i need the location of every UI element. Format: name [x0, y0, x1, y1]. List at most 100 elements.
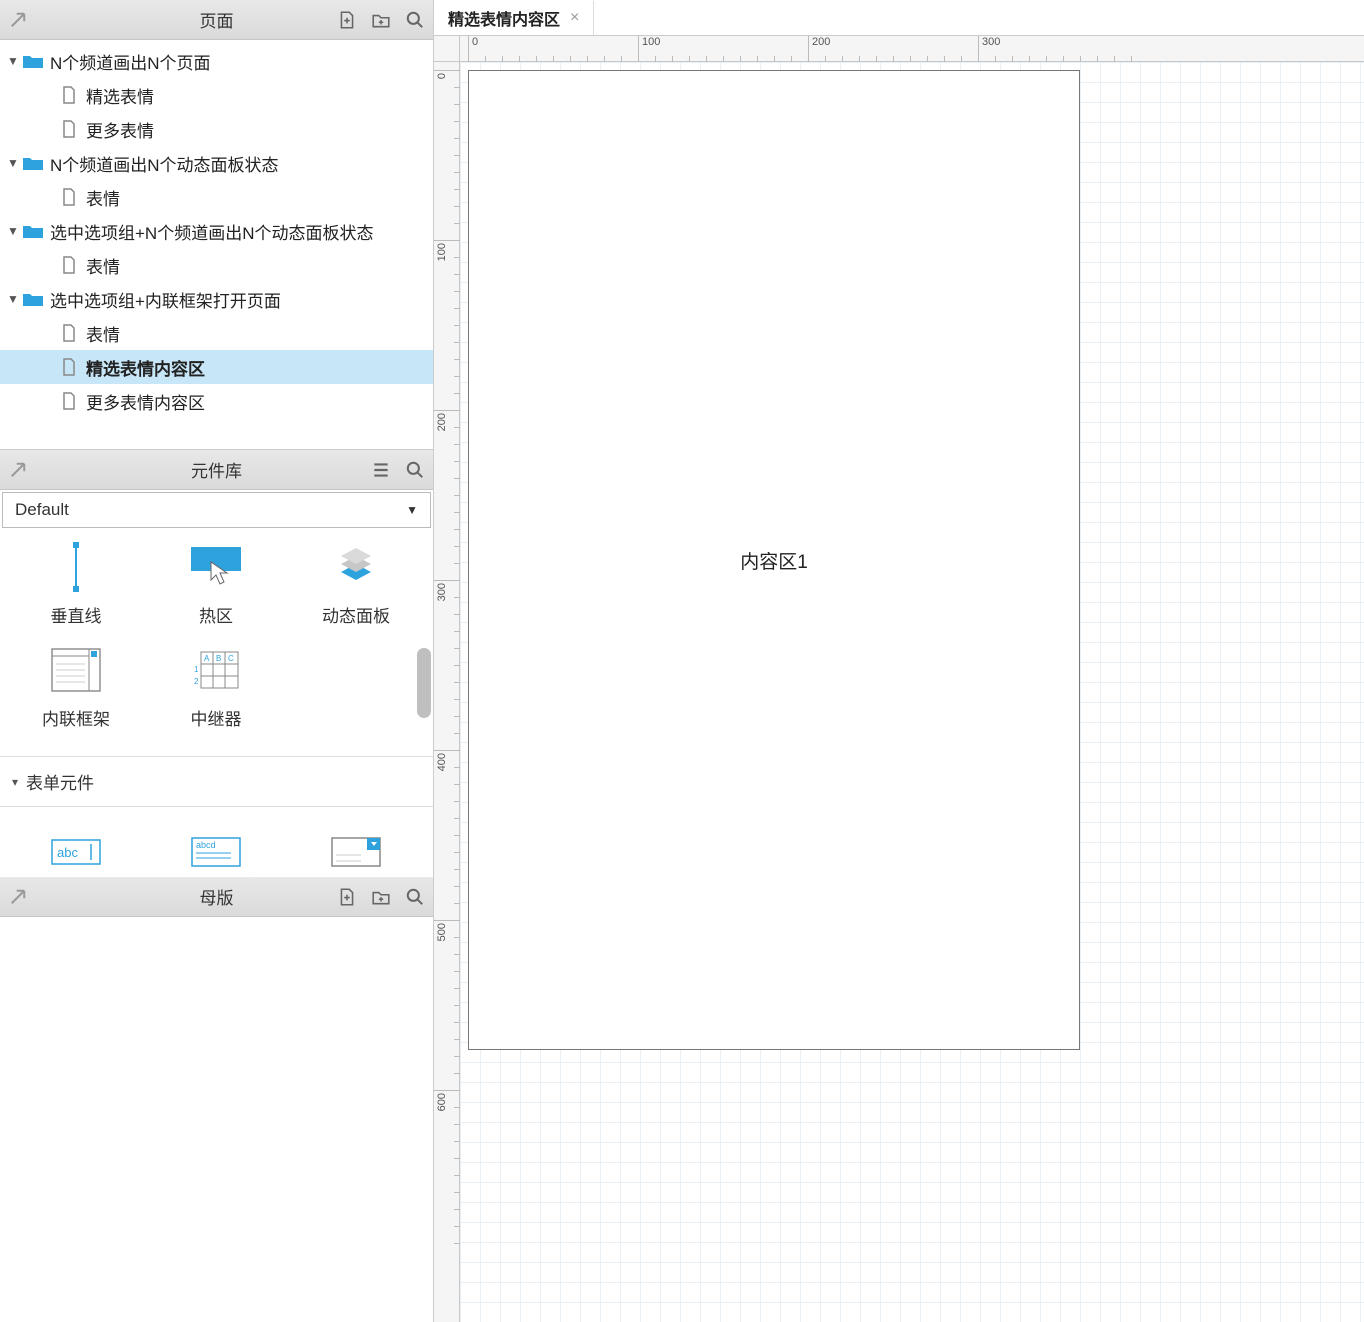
add-folder-icon[interactable] — [371, 10, 391, 30]
svg-text:abcd: abcd — [196, 840, 216, 850]
tree-page-label: 表情 — [86, 253, 120, 278]
svg-text:abc: abc — [57, 845, 78, 860]
widget-text-area[interactable]: abcd — [146, 827, 286, 877]
library-group-label: 表单元件 — [26, 769, 94, 794]
masters-panel-header: 母版 — [0, 877, 433, 917]
expand-panel-icon[interactable] — [8, 10, 28, 30]
ruler-vertical[interactable]: 0100200300400500600 — [434, 62, 460, 1322]
tree-page-label: 精选表情内容区 — [86, 355, 205, 380]
masters-panel-title: 母版 — [200, 884, 234, 909]
tree-page[interactable]: 更多表情内容区 — [0, 384, 433, 418]
ruler-tick: 200 — [434, 410, 460, 411]
ruler-tick: 0 — [468, 36, 478, 62]
ruler-corner — [434, 36, 460, 62]
chevron-down-icon[interactable]: ▼ — [4, 224, 22, 238]
library-form-widgets: abc abcd — [0, 807, 433, 877]
folder-icon — [22, 154, 44, 172]
widget-hot-spot[interactable]: 热区 — [146, 542, 286, 627]
library-body-wrap: 垂直线热区动态面板内联框架ABC12 中继器 ▾ 表单元件 abc abcd — [0, 528, 433, 877]
add-master-icon[interactable] — [337, 887, 357, 907]
svg-text:B: B — [216, 654, 221, 663]
widget-text-field[interactable]: abc — [6, 827, 146, 877]
chevron-down-icon[interactable]: ▼ — [4, 292, 22, 306]
widget-thumb — [46, 645, 106, 695]
scrollbar-thumb[interactable] — [417, 648, 431, 718]
library-panel-title: 元件库 — [191, 457, 242, 482]
search-icon[interactable] — [405, 10, 425, 30]
canvas-area: 精选表情内容区 × 0100200300 0100200300400500600… — [434, 0, 1364, 1322]
close-icon[interactable]: × — [570, 9, 579, 27]
chevron-down-icon[interactable]: ▼ — [4, 156, 22, 170]
ruler-tick: 600 — [434, 1090, 460, 1091]
tree-page-label: 精选表情 — [86, 83, 154, 108]
tree-page[interactable]: 表情 — [0, 248, 433, 282]
masters-body — [0, 917, 433, 1322]
chevron-down-icon[interactable]: ▼ — [4, 54, 22, 68]
widget-vertical-line[interactable]: 垂直线 — [6, 542, 146, 627]
ruler-horizontal[interactable]: 0100200300 — [460, 36, 1364, 62]
tree-page-label: 更多表情 — [86, 117, 154, 142]
tree-folder-label: N个频道画出N个页面 — [50, 49, 211, 74]
search-icon[interactable] — [405, 887, 425, 907]
dropdown-arrow-icon: ▼ — [406, 503, 418, 517]
menu-icon[interactable] — [371, 460, 391, 480]
tree-folder-label: 选中选项组+内联框架打开页面 — [50, 287, 281, 312]
page-icon — [58, 256, 80, 274]
library-selector[interactable]: Default ▼ — [2, 492, 431, 528]
tab-label: 精选表情内容区 — [448, 6, 560, 30]
tree-folder[interactable]: ▼ 选中选项组+N个频道画出N个动态面板状态 — [0, 214, 433, 248]
widget-inline-frame[interactable]: 内联框架 — [6, 645, 146, 730]
widget-label: 内联框架 — [42, 705, 110, 730]
widget-dynamic-panel[interactable]: 动态面板 — [286, 542, 426, 627]
tree-folder[interactable]: ▼ N个频道画出N个页面 — [0, 44, 433, 78]
tree-folder[interactable]: ▼ 选中选项组+内联框架打开页面 — [0, 282, 433, 316]
library-widgets: 垂直线热区动态面板内联框架ABC12 中继器 — [0, 528, 433, 756]
ruler-tick: 300 — [434, 580, 460, 581]
widget-repeater[interactable]: ABC12 中继器 — [146, 645, 286, 730]
pages-tree[interactable]: ▼ N个频道画出N个页面精选表情更多表情 ▼N个频道画出N个动态面板状态表情 ▼ 选中选… — [0, 40, 433, 450]
tree-page[interactable]: 更多表情 — [0, 112, 433, 146]
tree-page[interactable]: 表情 — [0, 316, 433, 350]
widget-label: 垂直线 — [51, 602, 102, 627]
widget-label: 热区 — [199, 602, 233, 627]
left-sidebar: 页面 ▼N个频道画出N个页面精选表情更多表情▼N个频道画出N个动态面板状态表情▼… — [0, 0, 434, 1322]
library-selector-value: Default — [15, 500, 69, 520]
tab-active[interactable]: 精选表情内容区 × — [434, 1, 594, 35]
tree-page-label: 更多表情内容区 — [86, 389, 205, 414]
ruler-tick: 400 — [434, 750, 460, 751]
tree-page[interactable]: 精选表情内容区 — [0, 350, 433, 384]
search-icon[interactable] — [405, 460, 425, 480]
widget-droplist[interactable] — [286, 827, 426, 877]
svg-text:2: 2 — [194, 677, 199, 686]
page-icon — [58, 188, 80, 206]
page-icon — [58, 86, 80, 104]
tree-page-label: 表情 — [86, 185, 120, 210]
widget-thumb — [326, 542, 386, 592]
svg-text:1: 1 — [194, 665, 199, 674]
page-icon — [58, 358, 80, 376]
widget-label: 中继器 — [191, 705, 242, 730]
expand-panel-icon[interactable] — [8, 460, 28, 480]
tree-folder-label: 选中选项组+N个频道画出N个动态面板状态 — [50, 219, 373, 244]
page-icon — [58, 392, 80, 410]
chevron-down-icon: ▾ — [12, 775, 18, 789]
ruler-tick: 100 — [434, 240, 460, 241]
add-folder-icon[interactable] — [371, 887, 391, 907]
add-page-icon[interactable] — [337, 10, 357, 30]
artboard-placeholder-text: 内容区1 — [740, 547, 808, 574]
ruler-tick: 0 — [434, 70, 460, 71]
tree-folder[interactable]: ▼N个频道画出N个动态面板状态 — [0, 146, 433, 180]
page-icon — [58, 120, 80, 138]
tree-page-label: 表情 — [86, 321, 120, 346]
library-panel-header: 元件库 — [0, 450, 433, 490]
library-group-header[interactable]: ▾ 表单元件 — [0, 756, 433, 807]
tree-page[interactable]: 表情 — [0, 180, 433, 214]
canvas-viewport[interactable]: 内容区1 — [460, 62, 1364, 1322]
page-icon — [58, 324, 80, 342]
tree-page[interactable]: 精选表情 — [0, 78, 433, 112]
expand-panel-icon[interactable] — [8, 887, 28, 907]
artboard[interactable]: 内容区1 — [468, 70, 1080, 1050]
pages-panel-title: 页面 — [200, 7, 234, 32]
document-tabbar: 精选表情内容区 × — [434, 0, 1364, 36]
svg-text:A: A — [204, 654, 210, 663]
